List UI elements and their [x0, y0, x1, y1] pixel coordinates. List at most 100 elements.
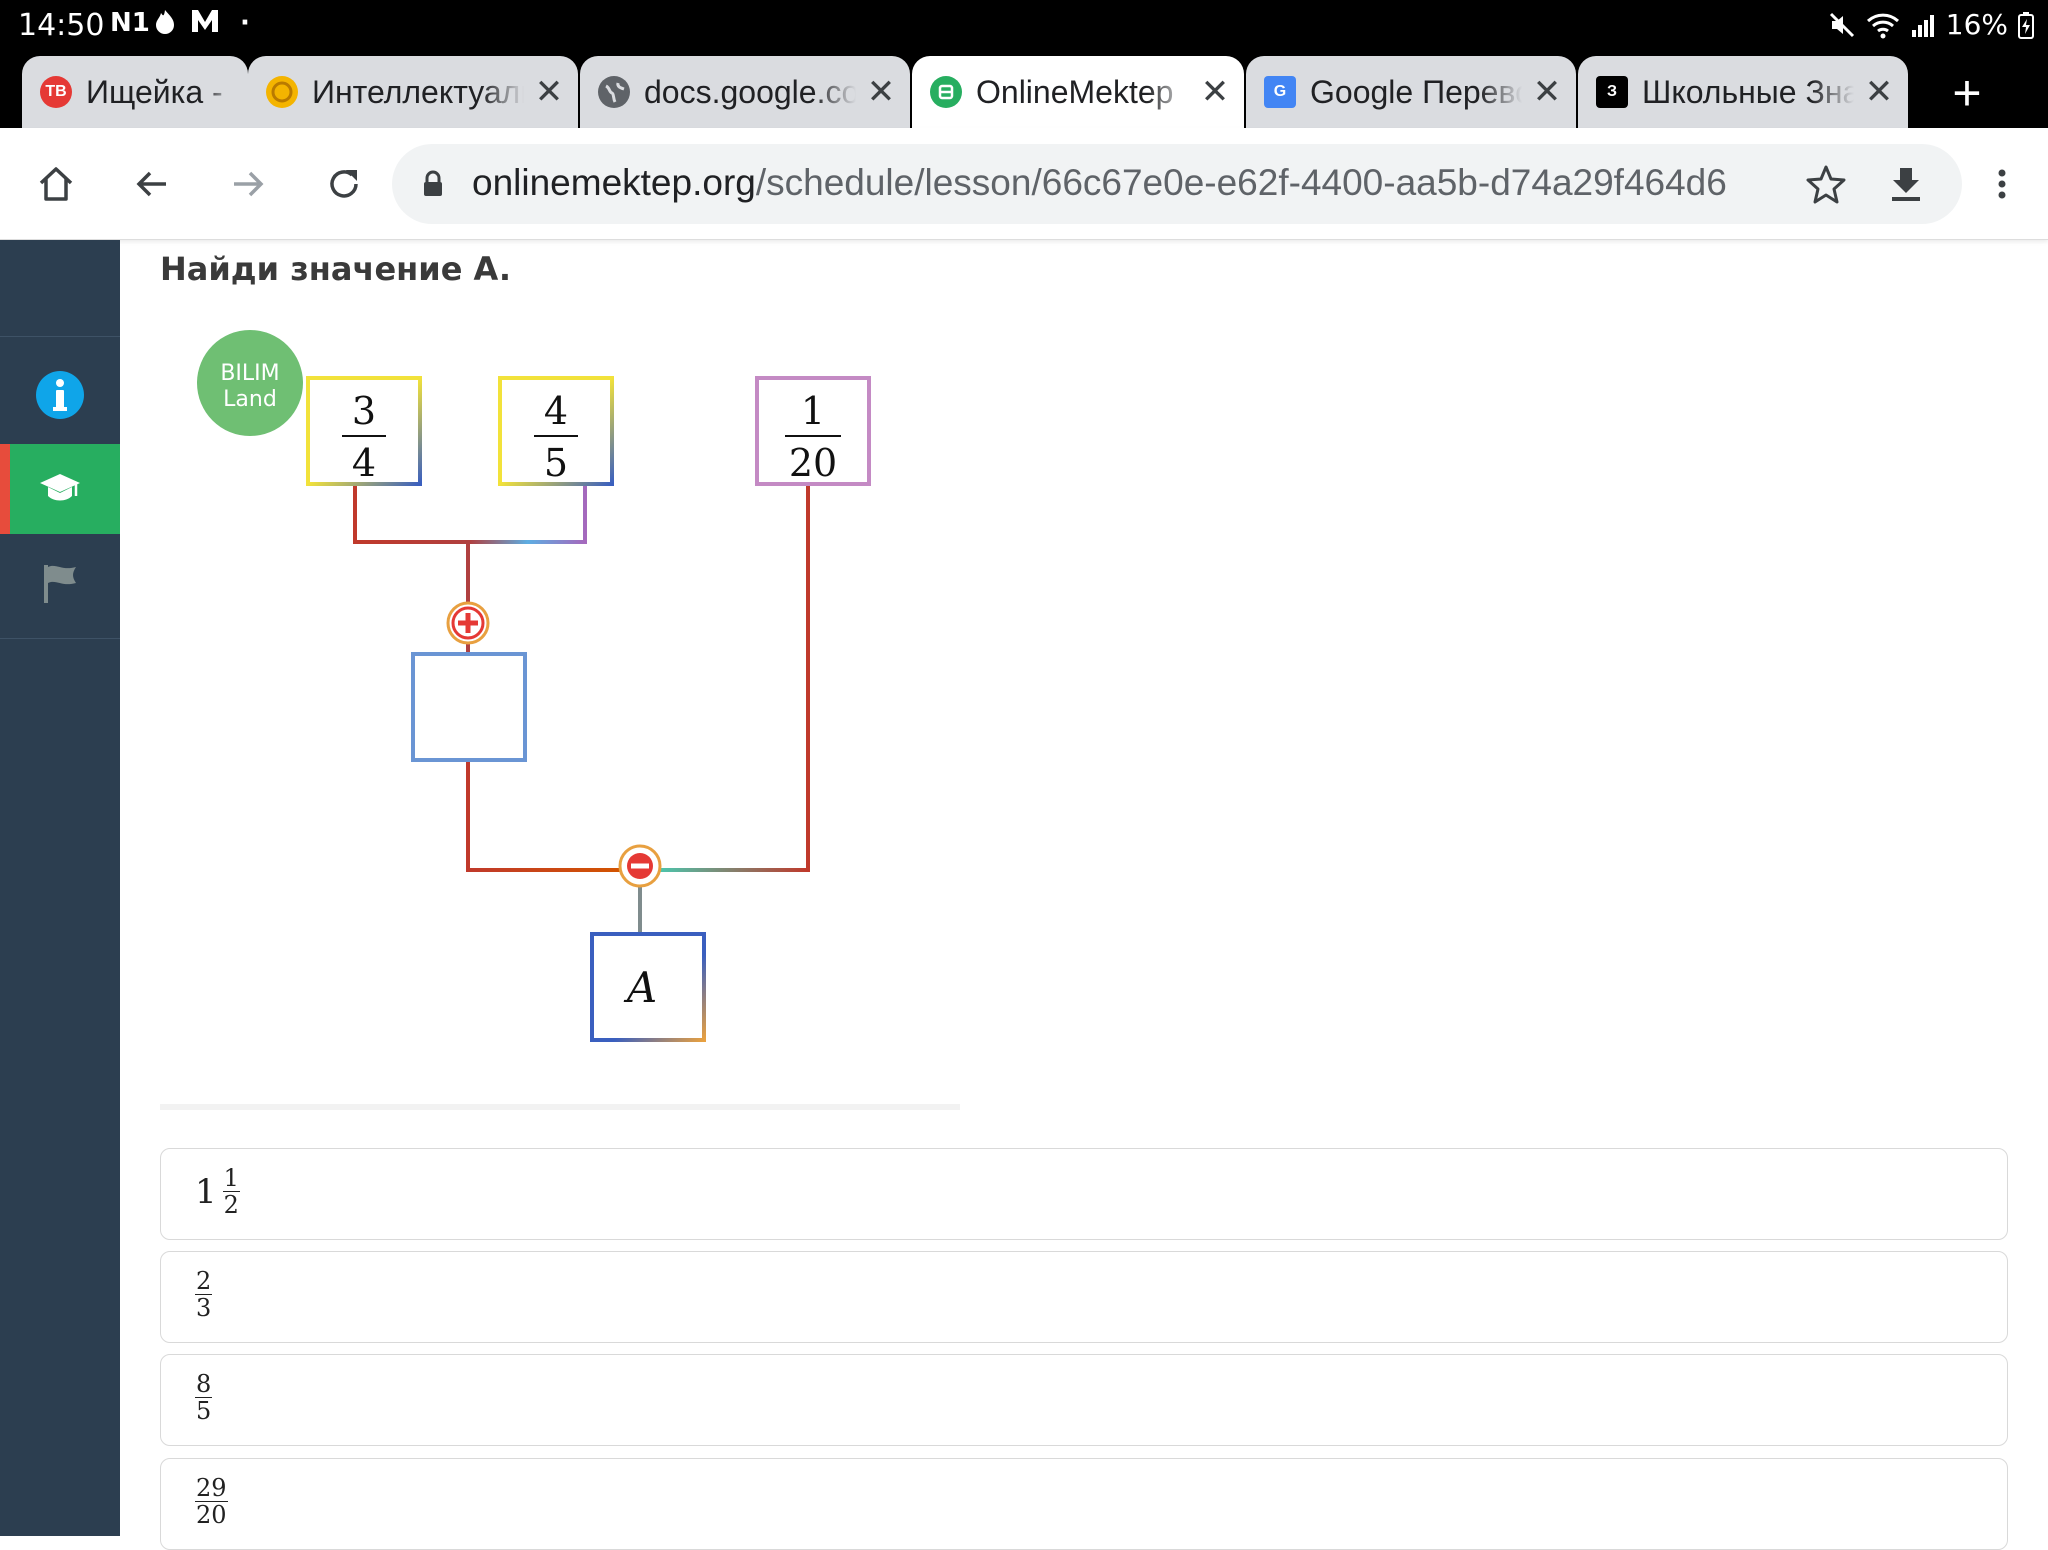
fraction-box-2: 4 5 — [498, 376, 614, 486]
sidebar-divider — [0, 336, 120, 337]
mute-icon — [1829, 12, 1854, 37]
option-fraction: 29 20 — [195, 1475, 228, 1528]
answer-option-3[interactable]: 85 — [160, 1354, 2008, 1446]
browser-toolbar: onlinemektep.org/schedule/lesson/66c67e0… — [0, 128, 2048, 240]
tab-title: Google Переводчик — [1310, 73, 1522, 110]
lock-icon[interactable] — [422, 170, 444, 198]
box1-numerator: 3 — [352, 389, 376, 433]
bilimland-logo: BILIM Land — [197, 330, 303, 436]
status-bar: 14:50 N1 · 16% — [0, 0, 2048, 52]
box2-denominator: 5 — [544, 441, 568, 485]
lesson-content: Найди значение A. BILIM Land 3 4 4 5 1 2… — [120, 240, 2048, 1550]
sidebar-item-flag[interactable] — [0, 538, 120, 628]
tab-favicon-znanija-icon: З — [1596, 76, 1628, 108]
tab-title: Интеллектуальный — [312, 73, 524, 110]
sidebar-item-lesson[interactable] — [0, 444, 120, 534]
tab-close-icon[interactable]: ✕ — [1864, 72, 1894, 112]
n1-icon: N1 — [110, 8, 150, 38]
tab-favicon-tb-icon: ТВ — [40, 76, 72, 108]
result-label: A — [623, 963, 657, 1012]
box3-denominator: 20 — [789, 441, 837, 485]
answer-option-2[interactable]: 23 — [160, 1251, 2008, 1343]
tab-strip: ТВ Ищейка - поиск Интеллектуальный ✕ doc… — [0, 52, 2048, 128]
tab-3[interactable]: docs.google.com ✕ — [580, 56, 910, 128]
option-numerator: 29 — [195, 1474, 228, 1502]
home-button[interactable] — [28, 156, 84, 212]
notification-dot-icon: · — [240, 8, 250, 38]
address-bar[interactable]: onlinemektep.org/schedule/lesson/66c67e0… — [392, 144, 1962, 224]
new-tab-button[interactable]: + — [1942, 68, 1992, 118]
option-fraction: 23 — [195, 1267, 213, 1322]
wifi-icon — [1866, 13, 1899, 38]
option-denominator: 3 — [196, 1294, 212, 1322]
tab-close-icon[interactable]: ✕ — [1200, 72, 1230, 112]
arrow-left-icon — [136, 171, 166, 197]
tab-favicon-coin-icon — [266, 76, 298, 108]
tab-1[interactable]: ТВ Ищейка - поиск — [22, 56, 248, 128]
tab-favicon-onlinemektep-icon — [930, 76, 962, 108]
tab-6[interactable]: З Школьные Знания ✕ — [1578, 56, 1908, 128]
tab-close-icon[interactable]: ✕ — [1532, 72, 1562, 112]
empty-answer-box — [411, 652, 527, 762]
result-box-a: A — [590, 932, 706, 1042]
fraction-box-3: 1 20 — [755, 376, 871, 486]
tab-title: OnlineMektep — [976, 73, 1174, 110]
tab-4-active[interactable]: OnlineMektep ✕ — [912, 56, 1244, 128]
box3-numerator: 1 — [801, 389, 825, 433]
flag-icon — [44, 565, 76, 603]
arrow-right-icon — [234, 171, 264, 197]
star-icon — [1806, 165, 1846, 204]
plus-operator — [446, 601, 490, 645]
math-diagram: BILIM Land 3 4 4 5 1 20 A — [197, 330, 871, 1042]
fire-icon — [152, 8, 178, 43]
battery-charging-icon — [2018, 11, 2034, 39]
option-numerator: 2 — [195, 1267, 213, 1295]
status-time: 14:50 — [18, 8, 105, 43]
m-icon — [190, 8, 220, 41]
url-path: /schedule/lesson/66c67e0e-e62f-4400-aa5b… — [755, 162, 1727, 203]
more-vertical-icon — [1998, 169, 2006, 199]
forward-button[interactable] — [220, 156, 276, 212]
tab-close-icon[interactable]: ✕ — [534, 72, 564, 112]
option-numerator: 1 — [222, 1164, 240, 1192]
option-denominator: 2 — [223, 1191, 239, 1219]
bookmark-star-button[interactable] — [1798, 156, 1854, 212]
tab-favicon-google-translate-icon: G — [1264, 76, 1296, 108]
box1-denominator: 4 — [352, 441, 376, 485]
box2-numerator: 4 — [544, 389, 568, 433]
home-icon — [39, 167, 73, 201]
graduation-cap-icon — [40, 474, 80, 501]
minus-operator — [618, 844, 662, 888]
sidebar-divider — [0, 638, 120, 639]
option-fraction: 1 12 — [195, 1165, 240, 1218]
download-button[interactable] — [1878, 156, 1934, 212]
tab-2[interactable]: Интеллектуальный ✕ — [248, 56, 578, 128]
tab-title: Школьные Знания — [1642, 73, 1854, 110]
question-text: Найди значение A. — [160, 250, 512, 288]
url-host: onlinemektep.org — [472, 162, 756, 203]
menu-button[interactable] — [1974, 156, 2030, 212]
reload-icon — [330, 170, 358, 198]
signal-icon — [1911, 14, 1934, 37]
status-right: 16% — [1828, 8, 2034, 41]
sidebar-item-info[interactable] — [0, 350, 120, 440]
lesson-sidebar — [0, 240, 120, 1536]
back-button[interactable] — [124, 156, 180, 212]
tab-close-icon[interactable]: ✕ — [866, 72, 896, 112]
answer-option-4[interactable]: 29 20 — [160, 1458, 2008, 1550]
tab-favicon-globe-icon — [598, 76, 630, 108]
answer-option-1[interactable]: 1 12 — [160, 1148, 2008, 1240]
option-denominator: 5 — [196, 1397, 212, 1425]
fraction-box-1: 3 4 — [306, 376, 422, 486]
info-icon — [36, 371, 84, 419]
battery-percent: 16% — [1945, 8, 2008, 41]
tab-5[interactable]: G Google Переводчик ✕ — [1246, 56, 1576, 128]
reload-button[interactable] — [316, 156, 372, 212]
tab-title: docs.google.com — [644, 73, 856, 110]
url-text[interactable]: onlinemektep.org/schedule/lesson/66c67e0… — [472, 162, 1727, 204]
logo-line2: Land — [223, 387, 277, 412]
download-icon — [1892, 168, 1920, 201]
option-whole: 1 — [195, 1171, 217, 1212]
tab-title: Ищейка - поиск — [86, 73, 234, 110]
option-denominator: 20 — [196, 1501, 227, 1529]
